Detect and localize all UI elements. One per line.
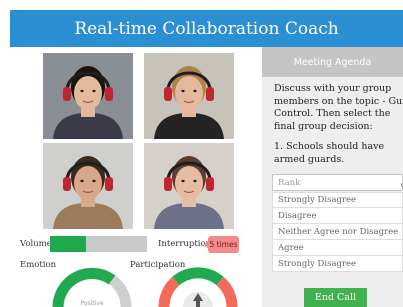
video-tile-participant-1 bbox=[43, 53, 133, 139]
end-call-button[interactable]: End Call bbox=[304, 288, 367, 307]
volume-meter-fill bbox=[50, 236, 86, 252]
video-panel: Volume Interruption 5 times Emotion Posi… bbox=[10, 47, 262, 307]
rank-select[interactable]: Rank bbox=[272, 174, 403, 191]
agenda-title: Meeting Agenda bbox=[293, 56, 372, 68]
emotion-label: Emotion bbox=[20, 260, 57, 270]
rank-option-disagree[interactable]: Disagree bbox=[272, 208, 403, 224]
video-tile-participant-4 bbox=[144, 143, 234, 229]
volume-label: Volume bbox=[20, 239, 52, 249]
participation-gauge-low bbox=[158, 276, 180, 307]
interruption-count: 5 times bbox=[209, 240, 238, 249]
rank-option-agree[interactable]: Agree bbox=[272, 240, 403, 256]
agenda-item: 1. Schools should have armed guards. bbox=[274, 141, 385, 165]
rank-options-list: Strongly Disagree Disagree Neither Agree… bbox=[272, 192, 403, 272]
participation-gauge-mid bbox=[172, 267, 224, 286]
app-title-bar: Real-time Collaboration Coach bbox=[10, 10, 403, 47]
video-tile-participant-3 bbox=[43, 143, 133, 229]
rank-select-placeholder: Rank bbox=[278, 177, 301, 188]
participant-avatar bbox=[43, 53, 133, 139]
agenda-instructions: Discuss with your group members on the t… bbox=[274, 83, 403, 132]
participant-avatar bbox=[43, 143, 133, 229]
agenda-header: Meeting Agenda bbox=[262, 47, 403, 77]
participation-gauge bbox=[158, 267, 238, 307]
emotion-gauge: Positive bbox=[52, 267, 132, 307]
agenda-panel: Meeting Agenda Discuss with your group m… bbox=[262, 47, 403, 307]
rank-option-neutral[interactable]: Neither Agree nor Disagree bbox=[272, 224, 403, 240]
participant-avatar bbox=[144, 53, 234, 139]
volume-meter bbox=[50, 236, 147, 252]
rank-option-strongly-disagree[interactable]: Strongly Disagree bbox=[272, 192, 403, 208]
participant-avatar bbox=[144, 143, 234, 229]
rank-option-strongly-disagree-2[interactable]: Strongly Disagree bbox=[272, 256, 403, 272]
video-tile-participant-2 bbox=[144, 53, 234, 139]
app-title: Real-time Collaboration Coach bbox=[74, 18, 339, 39]
emotion-value: Positive bbox=[80, 300, 103, 307]
participation-gauge-high bbox=[216, 276, 238, 307]
interruption-count-badge: 5 times bbox=[203, 236, 239, 253]
